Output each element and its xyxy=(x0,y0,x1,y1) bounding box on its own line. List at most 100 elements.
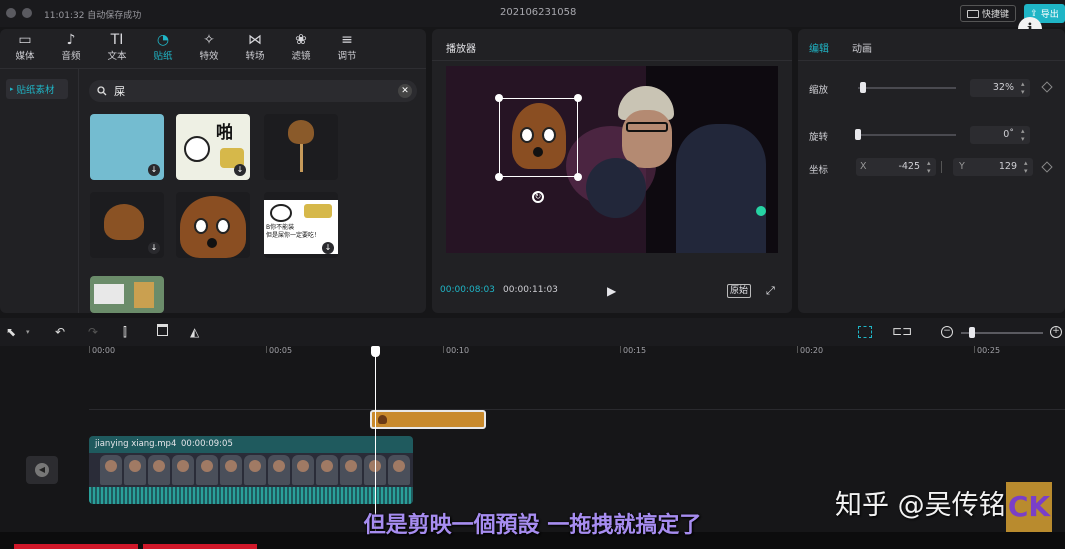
poop-sticker-icon xyxy=(378,415,387,424)
window-close-dot[interactable] xyxy=(6,8,16,18)
player-title: 播放器 xyxy=(446,44,476,55)
shortcut-button[interactable]: 快捷键 xyxy=(960,5,1016,22)
tool-label: 调节 xyxy=(337,51,357,62)
clip-duration: 00:00:09:05 xyxy=(181,439,233,449)
sticker-item[interactable]: ↓ xyxy=(90,114,164,180)
align-icon[interactable]: ⊏⊐ xyxy=(892,324,912,338)
download-icon[interactable]: ↓ xyxy=(148,164,160,176)
media-icon: ▭ xyxy=(18,32,32,48)
progress-segment xyxy=(143,544,257,549)
play-icon[interactable]: ▶ xyxy=(607,284,616,298)
effects-icon: ✧ xyxy=(203,32,215,48)
scale-value: 32% xyxy=(992,82,1014,93)
tab-media[interactable]: ▭ 媒体 xyxy=(5,32,45,66)
field-divider xyxy=(941,161,942,173)
position-x-field[interactable]: X -425 xyxy=(856,158,936,176)
sticker-item[interactable] xyxy=(90,276,164,313)
progress-segment xyxy=(14,544,138,549)
filmstrip-frame xyxy=(220,455,242,485)
sticker-item-selected[interactable] xyxy=(176,192,250,258)
search-input[interactable]: 屎 ✕ xyxy=(89,80,417,102)
rotate-slider-knob[interactable] xyxy=(855,129,861,140)
sticker-selection-box[interactable] xyxy=(499,98,578,177)
delete-icon[interactable] xyxy=(157,324,168,336)
auto-snap-icon[interactable] xyxy=(858,326,872,338)
window-minimize-dot[interactable] xyxy=(22,8,32,18)
tab-effects[interactable]: ✧ 特效 xyxy=(189,32,229,66)
fullscreen-icon[interactable]: ⤢ xyxy=(766,284,775,298)
zoom-in-icon[interactable]: + xyxy=(1050,326,1062,338)
tab-transition[interactable]: ⋈ 转场 xyxy=(235,32,275,66)
sticker-item[interactable]: B你不能装 但是屎你一定要吃！ ↓ xyxy=(264,192,338,258)
speaker-icon: ◀ xyxy=(35,463,49,477)
ruler-tick-label: 00:25 xyxy=(977,346,1001,355)
tab-sticker[interactable]: ◔ 贴纸 xyxy=(143,32,183,66)
sticker-clip[interactable] xyxy=(370,410,486,429)
ruler-tick-label: 00:05 xyxy=(269,346,293,355)
ruler-tick xyxy=(89,346,90,353)
x-label: X xyxy=(860,161,867,172)
resize-handle[interactable] xyxy=(495,173,503,181)
sidebar-divider xyxy=(78,68,79,313)
ruler-tick xyxy=(620,346,621,353)
player-divider xyxy=(432,60,792,61)
zoom-slider-knob[interactable] xyxy=(969,327,975,338)
filmstrip-frame xyxy=(100,455,122,485)
sticker-item[interactable]: 啪 ↓ xyxy=(176,114,250,180)
tab-text[interactable]: TI 文本 xyxy=(97,32,137,66)
stepper-icon[interactable]: ▴ ▾ xyxy=(1024,159,1028,175)
caret-right-icon: ▸ xyxy=(10,85,14,93)
scale-slider[interactable] xyxy=(858,87,956,89)
sticker-caption: B你不能装 但是屎你一定要吃！ xyxy=(266,224,321,239)
stepper-icon[interactable]: ▴ ▾ xyxy=(927,159,931,175)
rotate-slider[interactable] xyxy=(858,134,956,136)
sidebar-item-sticker-material[interactable]: ▸ 贴纸素材 xyxy=(6,79,68,99)
video-preview[interactable]: ↻ xyxy=(446,66,778,253)
sticker-item[interactable]: ↓ xyxy=(90,192,164,258)
select-tool-icon[interactable]: ⬉ xyxy=(6,325,16,339)
filmstrip-frame xyxy=(268,455,290,485)
scale-slider-knob[interactable] xyxy=(859,82,866,93)
ruler-tick xyxy=(974,346,975,353)
rotate-handle-icon[interactable]: ↻ xyxy=(532,191,544,203)
filter-icon: ❀ xyxy=(295,32,307,48)
tab-audio[interactable]: ♪ 音频 xyxy=(51,32,91,66)
redo-icon[interactable]: ↷ xyxy=(88,325,98,339)
current-time: 00:00:08:03 xyxy=(440,285,495,295)
search-query: 屎 xyxy=(114,85,125,98)
tab-animation[interactable]: 动画 xyxy=(852,40,872,55)
download-icon[interactable]: ↓ xyxy=(322,242,334,254)
tool-label: 特效 xyxy=(199,51,219,62)
split-icon[interactable]: ⫿ xyxy=(123,325,127,340)
zoom-out-icon[interactable]: − xyxy=(941,326,953,338)
sidebar-item-label: 贴纸素材 xyxy=(16,85,55,96)
download-icon[interactable]: ↓ xyxy=(234,164,246,176)
tab-adjust[interactable]: ≡ 调节 xyxy=(327,32,367,66)
project-title: 202106231058 xyxy=(500,7,577,18)
mute-button[interactable]: ◀ xyxy=(26,456,58,484)
track-line xyxy=(89,409,1065,410)
resize-handle[interactable] xyxy=(574,94,582,102)
filmstrip-frame xyxy=(172,455,194,485)
sticker-item[interactable] xyxy=(264,114,338,180)
chevron-down-icon[interactable]: ▾ xyxy=(26,328,30,336)
position-y-field[interactable]: Y 129 xyxy=(953,158,1033,176)
rotate-label: 旋转 xyxy=(809,132,829,143)
stepper-icon[interactable]: ▴ ▾ xyxy=(1021,80,1025,96)
mirror-icon[interactable]: ◭ xyxy=(190,325,199,339)
resize-handle[interactable] xyxy=(495,94,503,102)
zhihu-watermark: 知乎 @吴传铭 xyxy=(835,490,1006,521)
toolbar-divider xyxy=(0,68,426,69)
filmstrip-frame xyxy=(124,455,146,485)
download-icon[interactable]: ↓ xyxy=(148,242,160,254)
tab-edit[interactable]: 编辑 xyxy=(809,40,829,55)
undo-icon[interactable]: ↶ xyxy=(55,325,65,339)
tab-filter[interactable]: ❀ 滤镜 xyxy=(281,32,321,66)
ratio-button[interactable]: 原始 xyxy=(727,284,752,298)
resize-handle[interactable] xyxy=(574,173,582,181)
clear-search-icon[interactable]: ✕ xyxy=(398,84,412,98)
stepper-icon[interactable]: ▴ ▾ xyxy=(1021,127,1025,143)
tool-label: 转场 xyxy=(245,51,265,62)
tool-label: 文本 xyxy=(107,51,127,62)
filmstrip-frame xyxy=(292,455,314,485)
